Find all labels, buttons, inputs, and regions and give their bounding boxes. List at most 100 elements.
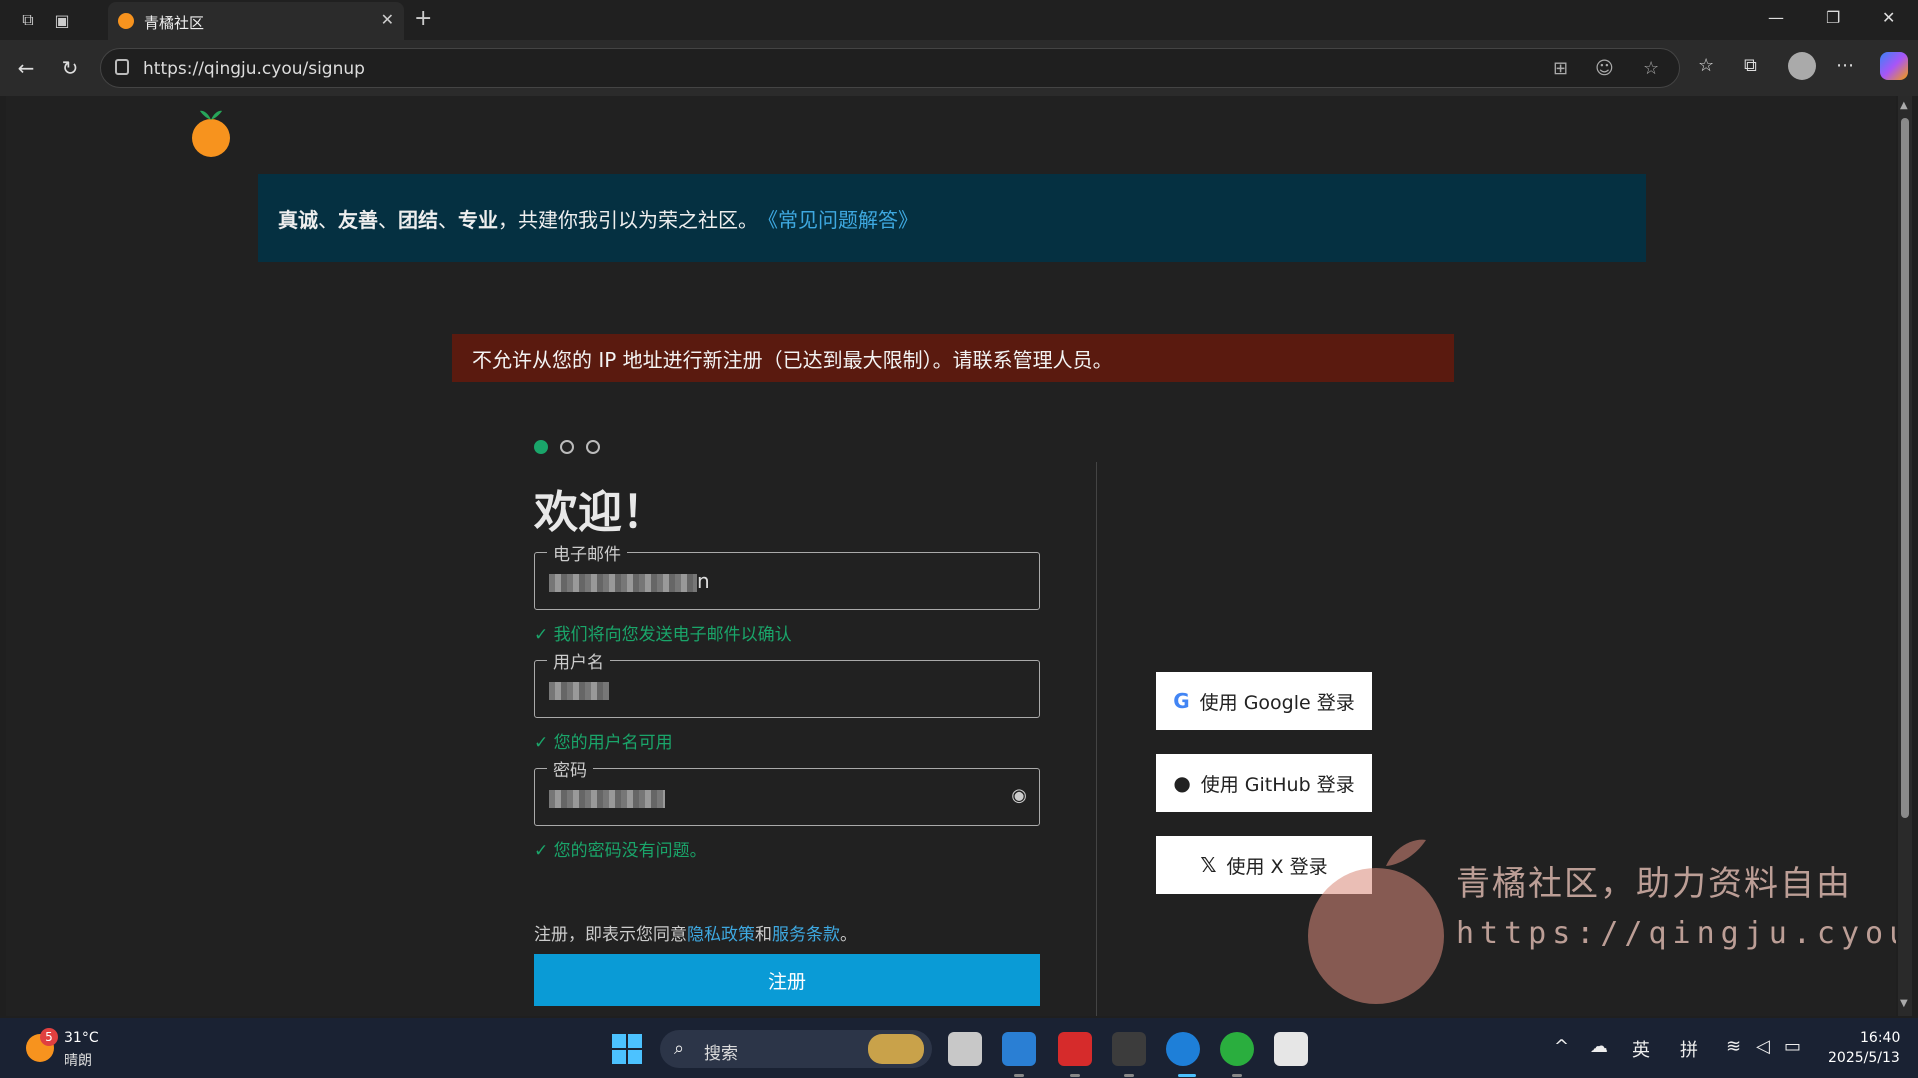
community-notice-banner: 真诚 、 友善 、 团结 、 专业 ，共建你我引以为荣之社区。 《常见问题解答》 [258, 174, 1646, 262]
terminal-icon[interactable] [1112, 1032, 1146, 1066]
ime-language[interactable]: 英 [1632, 1036, 1650, 1062]
tab-actions-icon[interactable]: ▣ [50, 8, 74, 32]
email-label: 电子邮件 [547, 540, 627, 565]
username-value[interactable] [549, 677, 609, 701]
minimize-icon[interactable]: — [1768, 8, 1784, 27]
search-icon: ⌕ [674, 1038, 685, 1059]
start-tile [628, 1050, 642, 1064]
app-available-icon[interactable]: ⊞ [1553, 58, 1568, 79]
password-redacted [549, 789, 665, 808]
scroll-up-icon[interactable]: ▲ [1900, 100, 1908, 111]
error-banner: 不允许从您的 IP 地址进行新注册（已达到最大限制）。请联系管理人员。 [452, 334, 1454, 382]
favorite-star-icon[interactable]: ☆ [1643, 58, 1659, 79]
browser-tab[interactable]: 青橘社区 ✕ [108, 2, 404, 40]
google-icon: G [1173, 689, 1190, 713]
github-icon: ● [1173, 771, 1191, 795]
notice-word-4: 专业 [458, 207, 498, 232]
password-label: 密码 [547, 756, 593, 781]
start-tile [628, 1034, 642, 1048]
clock-date[interactable]: 2025/5/13 [1828, 1050, 1900, 1066]
profile-avatar[interactable] [1788, 52, 1816, 80]
refresh-icon[interactable]: ↻ [56, 54, 84, 82]
start-button[interactable] [612, 1034, 642, 1064]
taskbar-search[interactable]: ⌕ 搜索 [660, 1030, 932, 1068]
email-hint: ✓ 我们将向您发送电子邮件以确认 [534, 625, 792, 645]
orange-favicon-icon [118, 13, 134, 29]
page-viewport: 真诚 、 友善 、 团结 、 专业 ，共建你我引以为荣之社区。 《常见问题解答》… [6, 96, 1896, 1016]
restore-icon[interactable]: ❐ [1826, 8, 1840, 27]
browser-toolbar: ← ↻ https://qingju.cyou/signup ⊞ ☺ ☆ ☆ ⧉… [0, 40, 1918, 96]
username-field[interactable]: 用户名 [534, 648, 1040, 718]
privacy-policy-link[interactable]: 隐私政策 [687, 925, 755, 945]
email-value[interactable]: n [549, 569, 711, 593]
wps-icon[interactable] [1058, 1032, 1092, 1066]
onedrive-icon[interactable]: ☁ [1590, 1036, 1608, 1057]
weather-temp[interactable]: 31°C [64, 1030, 99, 1046]
tray-overflow-icon[interactable]: ^ [1554, 1036, 1569, 1057]
scroll-down-icon[interactable]: ▼ [1900, 998, 1908, 1009]
workspaces-icon[interactable]: ⧉ [16, 8, 40, 32]
faq-link[interactable]: 《常见问题解答》 [758, 204, 918, 233]
username-redacted [549, 681, 609, 700]
reading-mode-icon[interactable]: ☺ [1595, 58, 1614, 79]
volume-icon[interactable]: ◁ [1756, 1036, 1770, 1057]
username-hint-text: 您的用户名可用 [553, 733, 673, 753]
orange-logo-icon[interactable] [188, 108, 234, 158]
back-icon[interactable]: ← [12, 54, 40, 82]
weather-desc[interactable]: 晴朗 [64, 1050, 92, 1070]
edge-active-indicator [1178, 1074, 1196, 1077]
start-tile [612, 1034, 626, 1048]
terminal-running-indicator [1124, 1074, 1134, 1077]
clock-time[interactable]: 16:40 [1860, 1030, 1900, 1046]
task-view-icon[interactable] [948, 1032, 982, 1066]
tab-title: 青橘社区 [144, 14, 205, 32]
favorites-icon[interactable]: ☆ [1698, 55, 1714, 76]
snipping-tool-icon[interactable] [1274, 1032, 1308, 1066]
x-icon: 𝕏 [1200, 853, 1217, 877]
password-value[interactable] [549, 785, 665, 809]
signup-submit-button[interactable]: 注册 [534, 954, 1040, 1006]
watermark-slogan: 青橘社区，助力资料自由 [1456, 864, 1852, 904]
google-login-button[interactable]: G 使用 Google 登录 [1156, 672, 1372, 730]
step-dot-1 [534, 440, 548, 454]
close-window-icon[interactable]: ✕ [1882, 8, 1895, 27]
username-hint: ✓ 您的用户名可用 [534, 733, 673, 753]
github-login-button[interactable]: ● 使用 GitHub 登录 [1156, 754, 1372, 812]
tab-close-icon[interactable]: ✕ [381, 10, 394, 29]
page-scrollbar[interactable]: ▲ ▼ [1898, 96, 1912, 1016]
watermark-url: https://qingju.cyou [1456, 916, 1896, 951]
notice-text: ，共建你我引以为荣之社区。 [498, 207, 758, 232]
password-field[interactable]: 密码 ◉ [534, 756, 1040, 826]
email-field[interactable]: 电子邮件 n [534, 540, 1040, 610]
copilot-icon[interactable] [1880, 52, 1908, 80]
notice-sep-2: 、 [378, 207, 398, 232]
collections-icon[interactable]: ⧉ [1744, 55, 1757, 76]
lock-icon[interactable] [115, 59, 129, 75]
new-tab-icon[interactable]: + [414, 6, 432, 31]
ime-mode[interactable]: 拼 [1680, 1036, 1698, 1062]
toggle-password-visibility-icon[interactable]: ◉ [1011, 785, 1027, 806]
step-indicator [534, 440, 600, 454]
more-menu-icon[interactable]: ⋯ [1836, 55, 1854, 76]
notice-word-2: 友善 [338, 207, 378, 232]
terms-of-service-link[interactable]: 服务条款 [772, 925, 840, 945]
wechat-icon[interactable] [1220, 1032, 1254, 1066]
terms-suffix: 。 [840, 925, 857, 945]
terms-prefix: 注册，即表示您同意 [534, 925, 687, 945]
edge-icon[interactable] [1166, 1032, 1200, 1066]
wifi-icon[interactable]: ≋ [1726, 1036, 1741, 1057]
vscode-running-indicator [1014, 1074, 1024, 1077]
google-login-label: 使用 Google 登录 [1199, 691, 1355, 714]
battery-icon[interactable]: ▭ [1784, 1036, 1801, 1057]
scroll-thumb[interactable] [1901, 118, 1909, 818]
github-login-label: 使用 GitHub 登录 [1200, 773, 1355, 796]
taskbar-search-placeholder: 搜索 [704, 1044, 738, 1064]
notice-sep-1: 、 [318, 207, 338, 232]
step-dot-2 [560, 440, 574, 454]
address-bar[interactable]: https://qingju.cyou/signup ⊞ ☺ ☆ [100, 48, 1680, 88]
search-highlight-icon [868, 1034, 924, 1064]
vscode-icon[interactable] [1002, 1032, 1036, 1066]
email-value-suffix: n [697, 569, 711, 593]
watermark-apple-icon [1308, 839, 1444, 1004]
url-text[interactable]: https://qingju.cyou/signup [143, 59, 365, 79]
